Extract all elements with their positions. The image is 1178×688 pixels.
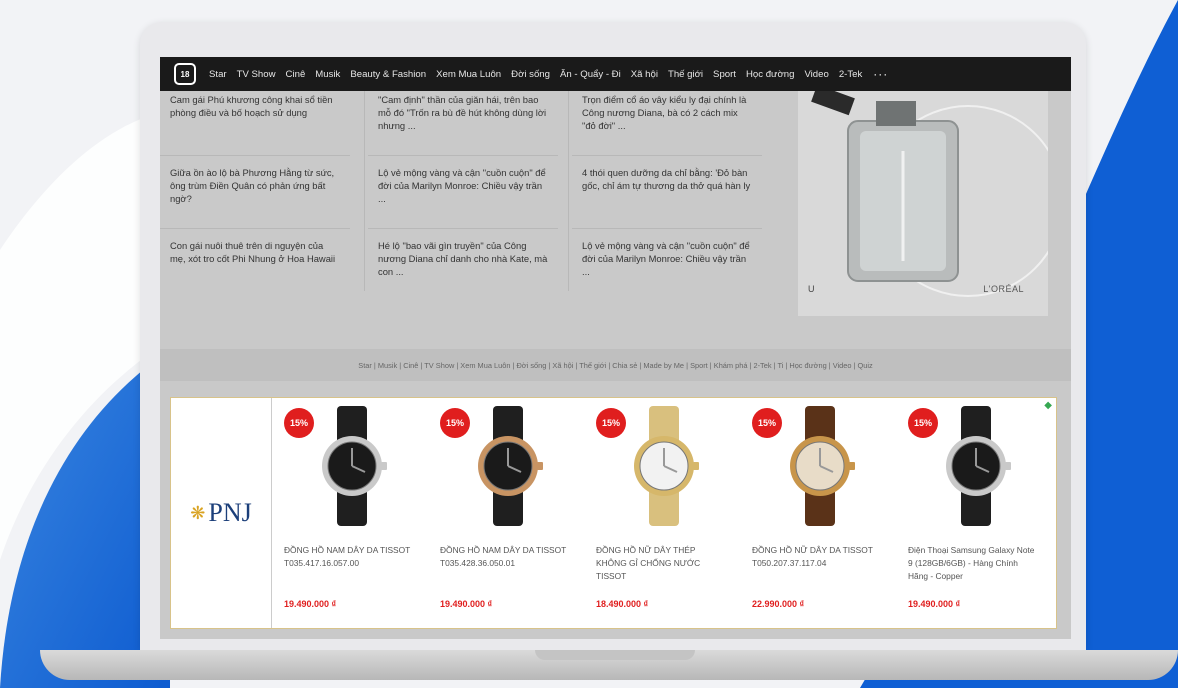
watch-icon — [478, 406, 543, 526]
product-card[interactable]: 15% ĐỒNG HỒ NỮ DÂY DA TISSOT T050.207.37… — [740, 398, 896, 628]
footer-category-links[interactable]: Star | Musik | Cinê | TV Show | Xem Mua … — [160, 349, 1071, 381]
perfume-bottle-image — [798, 91, 1048, 316]
article-column-1: Cam gái Phú khương công khai sổ tiền phò… — [160, 91, 350, 301]
more-menu-icon[interactable]: ··· — [873, 67, 888, 81]
nav-item-an-quay-di[interactable]: Ăn - Quẩy - Đi — [560, 69, 621, 80]
nav-item-xem-mua-luon[interactable]: Xem Mua Luôn — [436, 69, 501, 80]
product-name: Điện Thoại Samsung Galaxy Note 9 (128GB/… — [908, 545, 1035, 581]
product-price: 19.490.000 ₫ — [908, 599, 961, 609]
nav-item-hoc-duong[interactable]: Học đường — [746, 69, 794, 80]
nav-item-doi-song[interactable]: Đời sống — [511, 69, 550, 80]
column-divider — [364, 91, 365, 291]
watch-icon — [790, 406, 855, 526]
product-card[interactable]: 15% ĐỒNG HỒ NAM DÂY DA TISSOT T035.417.1… — [272, 398, 428, 628]
article-link[interactable]: Cam gái Phú khương công khai sổ tiền phò… — [160, 91, 350, 156]
article-link[interactable]: "Cam định" thần của giăn hái, trên bao m… — [368, 91, 558, 156]
nav-item-2-tek[interactable]: 2-Tek — [839, 69, 862, 80]
nav-item-the-gioi[interactable]: Thế giới — [668, 69, 703, 80]
watch-icon — [946, 406, 1011, 526]
article-link[interactable]: 4 thói quen dưỡng da chỉ bằng: 'Đỏ bàn g… — [572, 164, 762, 229]
product-price: 19.490.000 ₫ — [284, 599, 337, 609]
product-card[interactable]: 15% ĐỒNG HỒ NAM DÂY DA TISSOT T035.428.3… — [428, 398, 584, 628]
product-ad-strip: ◆ ❋ PNJ 15% ĐỒNG HỒ NAM DÂY DA TISSOT T0… — [170, 397, 1057, 629]
nav-item-cine[interactable]: Cinê — [286, 69, 306, 80]
article-column-3: Trọn điểm cổ áo vây kiểu ly đại chính là… — [572, 91, 762, 301]
article-link[interactable]: Lộ vẻ mộng vàng và cận "cuồn cuộn" để đờ… — [368, 164, 558, 229]
product-card[interactable]: 15% ĐỒNG HỒ NỮ DÂY THÉP KHÔNG GỈ CHỐNG N… — [584, 398, 740, 628]
article-link[interactable]: Giữa ồn ào lộ bà Phương Hằng từ sức, ông… — [160, 164, 350, 229]
site-logo[interactable]: 18 — [174, 63, 196, 85]
ad-brand-label: L'ORÉAL — [983, 284, 1024, 294]
nav-item-tv-show[interactable]: TV Show — [237, 69, 276, 80]
nav-item-video[interactable]: Video — [804, 69, 828, 80]
pnj-brand-cell[interactable]: ❋ PNJ — [171, 398, 272, 628]
ad-corner-text: U — [808, 284, 815, 294]
article-column-2: "Cam định" thần của giăn hái, trên bao m… — [368, 91, 558, 301]
article-link[interactable]: Trọn điểm cổ áo vây kiểu ly đại chính là… — [572, 91, 762, 156]
pnj-brand-text: PNJ — [208, 498, 252, 527]
watch-icon — [634, 406, 699, 526]
watch-icon — [322, 406, 387, 526]
nav-item-beauty-fashion[interactable]: Beauty & Fashion — [350, 69, 426, 80]
nav-item-sport[interactable]: Sport — [713, 69, 736, 80]
article-link[interactable]: Con gái nuôi thuê trên di nguyện của mẹ,… — [160, 237, 350, 301]
product-name: ĐỒNG HỒ NAM DÂY DA TISSOT T035.417.16.05… — [284, 545, 411, 568]
nav-item-xa-hoi[interactable]: Xã hội — [631, 69, 658, 80]
product-price: 19.490.000 ₫ — [440, 599, 493, 609]
product-price: 22.990.000 ₫ — [752, 599, 805, 609]
article-link[interactable]: Hé lộ "bao vãi gìn truyền" của Công nươn… — [368, 237, 558, 301]
page-content: Cam gái Phú khương công khai sổ tiền phò… — [160, 91, 1071, 639]
column-divider — [568, 91, 569, 291]
product-name: ĐỒNG HỒ NAM DÂY DA TISSOT T035.428.36.05… — [440, 545, 567, 568]
product-name: ĐỒNG HỒ NỮ DÂY THÉP KHÔNG GỈ CHỐNG NƯỚC … — [596, 545, 701, 581]
product-name: ĐỒNG HỒ NỮ DÂY DA TISSOT T050.207.37.117… — [752, 545, 873, 568]
nav-item-musik[interactable]: Musik — [315, 69, 340, 80]
laptop-screen: 18 Star TV Show Cinê Musik Beauty & Fash… — [160, 57, 1071, 639]
top-navigation-bar: 18 Star TV Show Cinê Musik Beauty & Fash… — [160, 57, 1071, 91]
nav-item-star[interactable]: Star — [209, 69, 227, 80]
sidebar-ad-banner[interactable]: U L'ORÉAL — [798, 91, 1048, 316]
product-price: 18.490.000 ₫ — [596, 599, 649, 609]
laptop-notch — [535, 650, 695, 660]
article-link[interactable]: Lộ vẻ mộng vàng và cận "cuồn cuộn" để đờ… — [572, 237, 762, 301]
product-card[interactable]: 15% Điện Thoại Samsung Galaxy Note 9 (12… — [896, 398, 1052, 628]
pnj-flower-icon: ❋ — [190, 502, 206, 523]
pnj-logo: ❋ PNJ — [190, 498, 251, 528]
